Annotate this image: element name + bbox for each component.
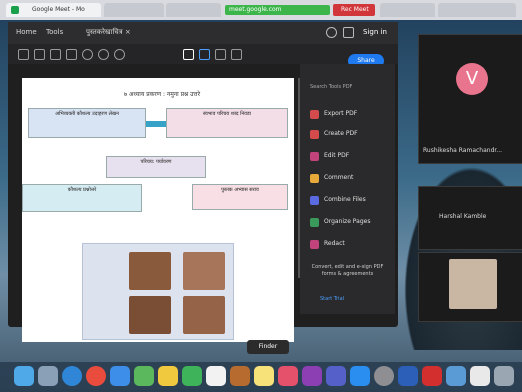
word-icon[interactable] [398, 366, 418, 386]
doc-photo-3 [129, 296, 171, 334]
launchpad-icon[interactable] [38, 366, 58, 386]
settings-icon[interactable] [374, 366, 394, 386]
app-toolbar [8, 44, 398, 64]
maps-icon[interactable] [134, 366, 154, 386]
tab-title: Google Meet - Mo [32, 6, 85, 13]
browser-tab-4[interactable] [380, 3, 435, 17]
panel-item-export-pdf[interactable]: Export PDF [310, 110, 357, 119]
export-pdf-icon [310, 110, 319, 119]
notes2-icon[interactable] [470, 366, 490, 386]
hand-icon[interactable] [199, 49, 210, 60]
signin-button[interactable]: Sign in [363, 28, 387, 36]
panel-title: Search Tools PDF [310, 84, 353, 90]
combine-files-icon [310, 196, 319, 205]
files-icon[interactable] [446, 366, 466, 386]
dock [0, 362, 522, 392]
panel-item-comment[interactable]: Comment [310, 174, 353, 183]
onenote-icon[interactable] [302, 366, 322, 386]
panel-item-organize-pages[interactable]: Organize Pages [310, 218, 370, 227]
chrome-icon[interactable] [86, 366, 106, 386]
doc-box-1: अभिव्यक्ती कौशल्य उदाहरण लेखन [28, 108, 146, 138]
start-trial-link[interactable]: Start Trial [320, 296, 344, 302]
music-icon[interactable] [278, 366, 298, 386]
doc-photo-1 [129, 252, 171, 290]
search-icon[interactable] [82, 49, 93, 60]
doc-photo-4 [183, 296, 225, 334]
contacts-icon[interactable] [230, 366, 250, 386]
browser-tab-5[interactable] [438, 3, 516, 17]
doc-box-3: परिचय: पर्यावरण [106, 156, 206, 178]
browser-tab-3[interactable] [166, 3, 221, 17]
create-pdf-icon [310, 130, 319, 139]
zoom-in-icon[interactable] [114, 49, 125, 60]
participant-name-2: Harshal Kamble [439, 213, 487, 220]
calendar-icon[interactable] [206, 366, 226, 386]
panel-item-combine-files[interactable]: Combine Files [310, 196, 366, 205]
edit-pdf-icon [310, 152, 319, 161]
url-bar[interactable]: meet.google.com [225, 5, 330, 15]
organize-pages-icon [310, 218, 319, 227]
dock-tooltip-label: Finder [258, 343, 278, 350]
doc-box-5: पुस्तक अभ्यास सराव [192, 184, 288, 210]
rotate-icon[interactable] [215, 49, 226, 60]
redact-icon [310, 240, 319, 249]
menu-home[interactable]: Home [16, 28, 37, 36]
finder-icon[interactable] [14, 366, 34, 386]
doc-box-4: कौशल्य प्रश्नोत्तरे [22, 184, 142, 212]
fit-page-icon[interactable] [231, 49, 242, 60]
photos-icon[interactable] [158, 366, 178, 386]
mail-icon[interactable] [66, 49, 77, 60]
panel-item-create-pdf[interactable]: Create PDF [310, 130, 358, 139]
app-menubar: Home Tools पुस्तकरेखाचित्र × Sign in [8, 22, 398, 44]
bell-icon[interactable] [343, 27, 354, 38]
zoom-out-icon[interactable] [98, 49, 109, 60]
menu-doc-tab[interactable]: पुस्तकरेखाचित्र × [86, 28, 131, 37]
safari-icon[interactable] [62, 366, 82, 386]
browser-tab[interactable]: Google Meet - Mo [6, 3, 101, 17]
comment-icon [310, 174, 319, 183]
notes-icon[interactable] [254, 366, 274, 386]
facetime-icon[interactable] [182, 366, 202, 386]
doc-box-2: स्वभाव परिचय शब्द निवडा [166, 108, 288, 138]
recording-tab[interactable]: Rec Meet [333, 4, 375, 16]
meet-icon [11, 6, 19, 14]
participant-tile-2[interactable]: Harshal Kamble [418, 186, 522, 250]
appstore-icon[interactable] [350, 366, 370, 386]
panel-promo-text: Convert, edit and e-sign PDF forms & agr… [311, 264, 384, 277]
mail-icon[interactable] [110, 366, 130, 386]
cursor-icon[interactable] [183, 49, 194, 60]
acrobat-icon[interactable] [422, 366, 442, 386]
save-icon[interactable] [34, 49, 45, 60]
share-button-label: Share [357, 57, 375, 64]
document-heading: ७ अध्याय प्रकरण : नमुना प्रश्न उत्तरे [123, 91, 201, 98]
menu-tools[interactable]: Tools [46, 28, 63, 36]
doc-photo-2 [183, 252, 225, 290]
home-icon[interactable] [18, 49, 29, 60]
panel-item-edit-pdf[interactable]: Edit PDF [310, 152, 349, 161]
document-page[interactable]: ७ अध्याय प्रकरण : नमुना प्रश्न उत्तरे अभ… [22, 78, 294, 342]
participant-tile-3[interactable] [418, 252, 522, 322]
tools-panel: Search Tools PDF Export PDF Create PDF E… [300, 64, 395, 314]
panel-item-redact[interactable]: Redact [310, 240, 345, 249]
dock-tooltip: Finder [247, 340, 289, 354]
url-text: meet.google.com [229, 6, 282, 13]
doc-connector [146, 121, 166, 127]
participant-name-1: Rushikesha Ramachandr... [423, 147, 503, 154]
recording-tab-label: Rec Meet [341, 6, 369, 13]
avatar: V [456, 63, 488, 95]
teams-icon[interactable] [326, 366, 346, 386]
browser-tab-2[interactable] [104, 3, 164, 17]
print-icon[interactable] [50, 49, 61, 60]
participant-video [449, 259, 497, 309]
browser-tab-strip: Google Meet - Mo meet.google.com Rec Mee… [0, 0, 522, 20]
doc-photo-grid [82, 243, 234, 340]
participant-tile-1[interactable]: V Rushikesha Ramachandr... [418, 34, 522, 164]
trash-icon[interactable] [494, 366, 514, 386]
help-icon[interactable] [326, 27, 337, 38]
